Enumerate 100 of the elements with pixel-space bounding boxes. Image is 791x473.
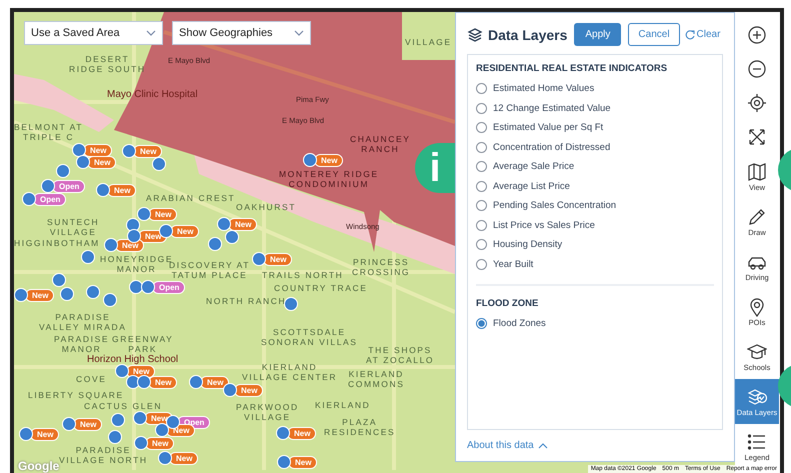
map-label: ARABIAN CREST [146, 193, 236, 203]
listing-tag[interactable]: New [263, 252, 292, 266]
layers-icon [747, 386, 767, 406]
apply-button[interactable]: Apply [574, 23, 622, 46]
about-link[interactable]: About this data [467, 440, 723, 451]
property-marker[interactable] [277, 455, 291, 469]
property-marker[interactable] [133, 411, 147, 425]
property-marker[interactable] [19, 427, 33, 441]
radio-button[interactable] [476, 180, 487, 192]
listing-tag[interactable]: New [83, 144, 112, 156]
property-marker[interactable] [86, 285, 100, 299]
property-marker[interactable] [115, 364, 129, 378]
listing-tag[interactable]: New [170, 224, 200, 238]
property-marker[interactable] [158, 451, 172, 465]
property-marker[interactable] [96, 183, 110, 197]
listing-tag[interactable]: Open [52, 180, 86, 192]
property-marker[interactable] [103, 293, 117, 307]
property-marker[interactable] [276, 426, 290, 440]
property-marker[interactable] [52, 273, 66, 287]
property-marker[interactable] [284, 297, 298, 311]
property-marker[interactable] [41, 179, 55, 193]
property-marker[interactable] [137, 207, 151, 221]
property-marker[interactable] [141, 280, 155, 294]
layer-option[interactable]: Flood Zones [476, 314, 714, 334]
property-marker[interactable] [72, 143, 86, 157]
listing-tag[interactable]: New [200, 376, 230, 388]
map-label: PARADISE MANOR [54, 334, 110, 354]
listing-tag[interactable]: New [234, 384, 264, 396]
property-marker[interactable] [217, 217, 231, 231]
radio-button[interactable] [476, 122, 487, 134]
property-marker[interactable] [104, 238, 118, 252]
listing-tag[interactable]: New [148, 376, 178, 388]
radio-button[interactable] [476, 258, 487, 270]
listing-tag[interactable]: New [133, 144, 162, 158]
map-label: PARKWOOD VILLAGE [236, 402, 299, 422]
listing-tag[interactable]: New [288, 456, 318, 468]
property-marker[interactable] [223, 383, 237, 397]
property-marker[interactable] [14, 288, 28, 302]
property-marker[interactable] [225, 230, 239, 244]
property-marker[interactable] [60, 287, 74, 301]
property-marker[interactable] [152, 157, 166, 171]
property-marker[interactable] [137, 375, 151, 389]
property-marker[interactable] [155, 423, 169, 437]
layer-option[interactable]: Average List Price [476, 176, 714, 196]
property-marker[interactable] [126, 375, 140, 389]
radio-button[interactable] [476, 200, 487, 212]
listing-tag[interactable]: New [87, 156, 116, 168]
property-marker[interactable] [208, 237, 222, 251]
property-marker[interactable] [127, 229, 141, 243]
radio-button[interactable] [476, 142, 487, 153]
property-marker[interactable] [189, 375, 203, 389]
chevron-icon [146, 30, 156, 36]
property-marker[interactable] [166, 415, 180, 429]
dropdown[interactable]: Show Geographies [172, 21, 311, 45]
property-marker[interactable] [62, 417, 76, 431]
radio-button[interactable] [476, 220, 487, 231]
property-marker[interactable] [108, 430, 122, 444]
clear-button[interactable]: Clear [684, 29, 720, 40]
listing-tag[interactable]: New [25, 288, 54, 302]
dropdown[interactable]: Use a Saved Area [24, 21, 163, 45]
property-marker[interactable] [56, 164, 70, 178]
map-label: Mayo Clinic Hospital [107, 90, 198, 100]
layer-option[interactable]: 12 Change Estimated Value [476, 98, 714, 118]
refresh-icon [684, 30, 695, 40]
layer-option[interactable]: Estimated Home Values [476, 79, 714, 98]
layer-option[interactable]: Pending Sales Concentration [476, 196, 714, 216]
listing-tag[interactable]: New [169, 452, 198, 464]
property-marker[interactable] [129, 280, 143, 294]
listing-tag[interactable]: New [145, 436, 174, 450]
listing-tag[interactable]: Open [152, 280, 186, 294]
map-label: OAKHURST [236, 202, 296, 212]
listing-tag[interactable]: Open [33, 192, 66, 206]
property-marker[interactable] [252, 252, 266, 266]
layer-option[interactable]: Year Built [476, 254, 714, 274]
listing-tag[interactable]: New [287, 426, 316, 440]
listing-tag[interactable]: New [73, 418, 102, 430]
radio-button[interactable] [476, 161, 487, 172]
property-marker[interactable] [76, 155, 90, 169]
property-marker[interactable] [22, 192, 36, 206]
layer-option[interactable]: List Price vs Sales Price [476, 216, 714, 235]
map-label: PARADISE VILLAGE NORTH [59, 445, 148, 465]
listing-tag[interactable]: New [228, 218, 258, 230]
property-marker[interactable] [126, 218, 140, 232]
layer-option[interactable]: Concentration of Distressed [476, 138, 714, 157]
property-marker[interactable] [81, 250, 95, 264]
cancel-button[interactable]: Cancel [628, 23, 680, 46]
listing-tag[interactable]: New [148, 208, 178, 220]
property-marker[interactable] [134, 436, 148, 450]
property-marker[interactable] [122, 144, 136, 158]
layer-option[interactable]: Average Sale Price [476, 157, 714, 176]
layer-option[interactable]: Housing Density [476, 235, 714, 254]
listing-tag[interactable]: New [107, 184, 136, 196]
map-label: PRINCESS CROSSING [352, 257, 410, 277]
radio-button[interactable] [476, 318, 487, 330]
radio-button[interactable] [476, 102, 487, 114]
layer-option[interactable]: Estimated Value per Sq Ft [476, 118, 714, 138]
property-marker[interactable] [111, 413, 125, 427]
radio-button[interactable] [476, 83, 487, 94]
listing-tag[interactable]: New [30, 428, 60, 440]
radio-button[interactable] [476, 239, 487, 250]
